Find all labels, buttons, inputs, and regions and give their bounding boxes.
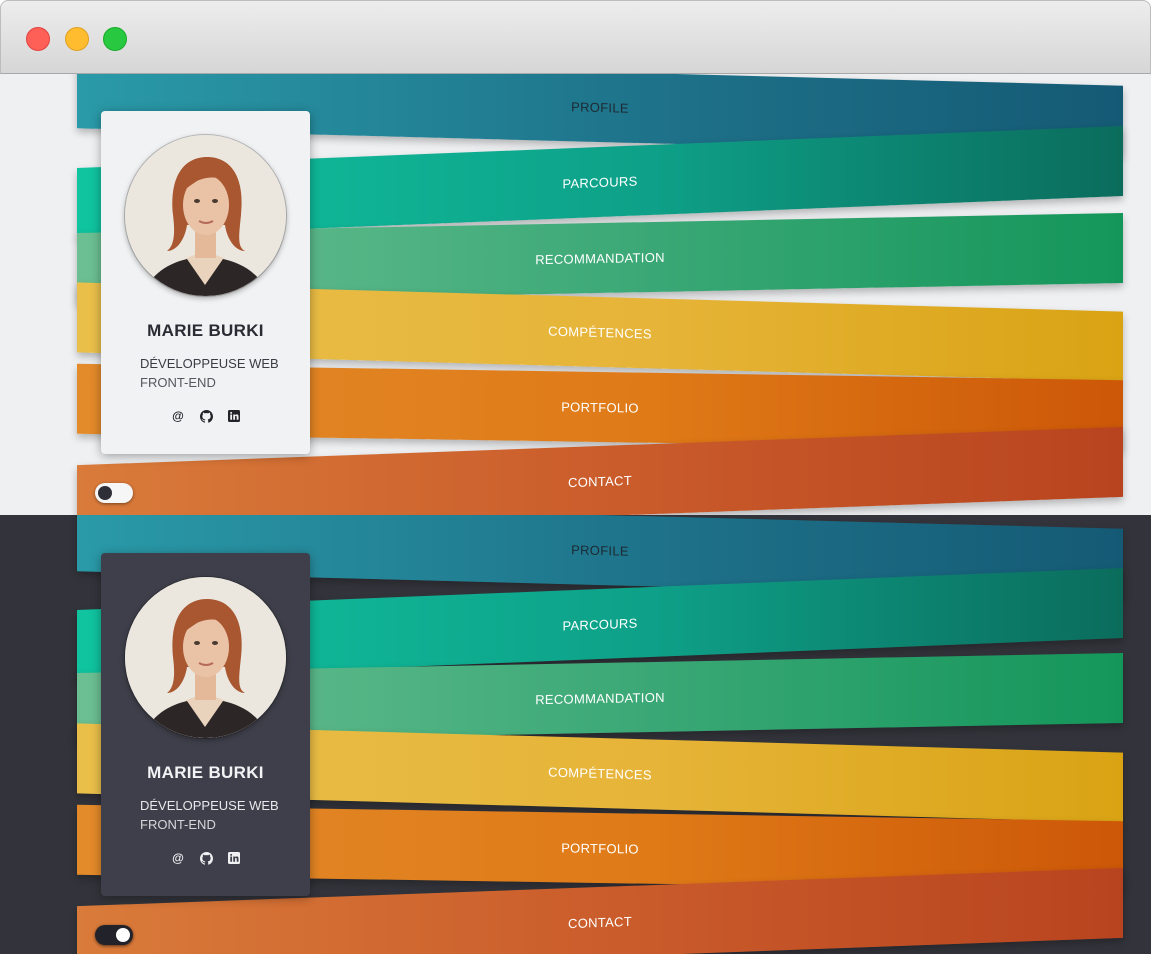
- avatar: [125, 135, 286, 296]
- toggle-knob: [98, 486, 112, 500]
- profile-role: DÉVELOPPEUSE WEB: [140, 798, 279, 813]
- close-window-button[interactable]: [26, 27, 50, 51]
- window-titlebar: [0, 0, 1151, 74]
- nav-label-profile: PROFILE: [571, 98, 629, 116]
- email-icon[interactable]: @: [170, 408, 186, 424]
- profile-role: DÉVELOPPEUSE WEB: [140, 356, 279, 371]
- nav-label-parcours: PARCOURS: [562, 614, 638, 634]
- avatar: [125, 577, 286, 738]
- dark-mode-toggle[interactable]: [95, 483, 133, 503]
- profile-name: MARIE BURKI: [147, 763, 264, 782]
- nav-label-parcours: PARCOURS: [562, 172, 638, 192]
- minimize-window-button[interactable]: [65, 27, 89, 51]
- profile-card: MARIE BURKI DÉVELOPPEUSE WEB FRONT-END @: [101, 111, 310, 454]
- linkedin-icon[interactable]: [226, 408, 242, 424]
- nav-label-competences: COMPÉTENCES: [548, 764, 652, 782]
- nav-label-profile: PROFILE: [571, 541, 629, 559]
- email-icon[interactable]: @: [170, 850, 186, 866]
- nav-label-portfolio: PORTFOLIO: [561, 839, 639, 857]
- profile-role-specialty: FRONT-END: [140, 375, 216, 390]
- dark-mode-toggle[interactable]: [95, 925, 133, 945]
- github-icon[interactable]: [198, 850, 214, 866]
- nav-label-recommandation: RECOMMANDATION: [535, 689, 665, 707]
- left-margin: [0, 515, 77, 954]
- nav-label-competences: COMPÉTENCES: [548, 323, 652, 341]
- portrait-image: [125, 135, 286, 296]
- github-icon[interactable]: [198, 408, 214, 424]
- profile-role-specialty: FRONT-END: [140, 817, 216, 832]
- nav-label-portfolio: PORTFOLIO: [561, 398, 639, 416]
- left-margin: [0, 74, 77, 515]
- maximize-window-button[interactable]: [103, 27, 127, 51]
- profile-card: MARIE BURKI DÉVELOPPEUSE WEB FRONT-END @: [101, 553, 310, 896]
- social-links: @: [170, 408, 242, 424]
- portrait-image: [125, 577, 286, 738]
- dark-theme-preview: PROFILE PARCOURS RECOMMANDATION COMPÉTEN…: [0, 515, 1151, 954]
- light-theme-preview: PROFILE PARCOURS RECOMMANDATION COMPÉTEN…: [0, 74, 1151, 515]
- nav-label-contact: CONTACT: [568, 472, 632, 490]
- nav-label-contact: CONTACT: [568, 913, 632, 931]
- social-links: @: [170, 850, 242, 866]
- toggle-knob: [116, 928, 130, 942]
- linkedin-icon[interactable]: [226, 850, 242, 866]
- profile-name: MARIE BURKI: [147, 321, 264, 340]
- nav-label-recommandation: RECOMMANDATION: [535, 249, 665, 267]
